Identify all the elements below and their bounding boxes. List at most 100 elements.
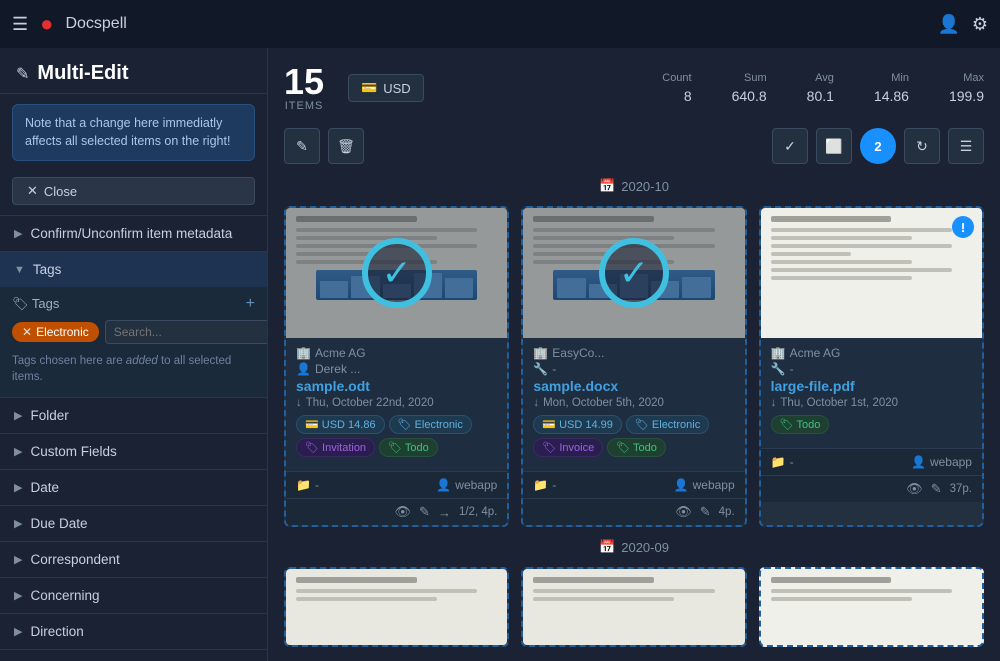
content-area: 15 ITEMS 💳 USD Count 8 Sum 640.8 Avg — [268, 48, 1000, 661]
doc-card-2[interactable]: ✓ 🏢 EasyCo... 🔧 - sample.docx ↓ — [521, 206, 746, 527]
sidebar-item-concerning[interactable]: ▶ Concerning — [0, 578, 267, 613]
forward-icon[interactable]: → — [438, 505, 451, 520]
sidebar-item-date[interactable]: ▶ Date — [0, 470, 267, 505]
tag-chip-x-icon[interactable]: ✕ — [22, 325, 32, 339]
sidebar-item-due-date[interactable]: ▶ Due Date — [0, 506, 267, 541]
tag-todo-2[interactable]: 🏷 Todo — [607, 438, 666, 457]
edit-button[interactable]: ✎ — [284, 128, 320, 164]
custom-fields-label: Custom Fields — [30, 444, 116, 459]
tag-invitation[interactable]: 🏷 Invitation — [296, 438, 375, 457]
doc-grid-2020-09 — [284, 567, 984, 647]
sidebar-item-confirm[interactable]: ▶ Confirm/Unconfirm item metadata — [0, 216, 267, 251]
hamburger-icon[interactable]: ☰ — [12, 14, 28, 35]
max-label: Max — [949, 72, 984, 84]
chevron-right-icon: ▶ — [14, 625, 22, 638]
doc-line — [771, 589, 952, 593]
tag-todo[interactable]: 🏷 Todo — [379, 438, 438, 457]
view-button-3[interactable]: 👁 — [906, 481, 923, 497]
doc-lines-6 — [761, 569, 982, 647]
currency-label: USD — [383, 81, 410, 96]
doc-info-1: 🏢 Acme AG 👤 Derek ... sample.odt ↓ Thu, … — [286, 338, 507, 471]
doc-card-6[interactable] — [759, 567, 984, 647]
check-overlay-1: ✓ — [286, 208, 507, 338]
doc-card-3[interactable]: ! 🏢 Acme AG 🔧 - large-file.pdf ↓ Thu, Oc… — [759, 206, 984, 527]
tag-usd-2[interactable]: 💳 USD 14.99 — [533, 415, 622, 434]
due-date-label: Due Date — [30, 516, 87, 531]
topnav: ☰ ● Docspell 👤 ⚙ — [0, 0, 1000, 48]
doc-date-1: ↓ Thu, October 22nd, 2020 — [296, 397, 497, 409]
doc-card-1[interactable]: ✓ 🏢 Acme AG 👤 Derek ... sample.odt ↓ — [284, 206, 509, 527]
delete-button[interactable]: 🗑 — [328, 128, 364, 164]
folder-icon: 📁 — [296, 478, 311, 492]
doc-line — [771, 244, 952, 248]
selection-count-badge[interactable]: 2 — [860, 128, 896, 164]
stat-min: Min 14.86 — [874, 72, 909, 104]
tag-chip-electronic[interactable]: ✕ Electronic — [12, 322, 99, 342]
user-icon: 👤 — [911, 455, 926, 469]
sidebar-item-folder[interactable]: ▶ Folder — [0, 398, 267, 433]
doc-tags-1: 💳 USD 14.86 🏷 Electronic 🏷 Invitation 🏷 … — [296, 415, 497, 457]
doc-owner-1: 👤 webapp — [436, 478, 497, 492]
sidebar-item-name[interactable]: ▶ Name — [0, 650, 267, 661]
count-value: 8 — [662, 88, 691, 104]
min-label: Min — [874, 72, 909, 84]
sidebar-item-tags[interactable]: ▼ Tags — [0, 252, 267, 287]
toolbar: ✎ 🗑 ✓ ⬜ 2 ↻ ☰ — [284, 128, 984, 164]
doc-actions-2: 👁 ✎ 4p. — [523, 498, 744, 525]
refresh-button[interactable]: ↻ — [904, 128, 940, 164]
sidebar-section-tags: ▼ Tags 🏷 Tags + ✕ Electronic ▾ Tags chos… — [0, 251, 267, 397]
folder-icon: 📁 — [771, 455, 786, 469]
doc-footer-3: 📁 - 👤 webapp — [761, 448, 982, 475]
sidebar-section-correspondent: ▶ Correspondent — [0, 541, 267, 577]
sidebar-section-concerning: ▶ Concerning — [0, 577, 267, 613]
sidebar-item-direction[interactable]: ▶ Direction — [0, 614, 267, 649]
user-icon[interactable]: 👤 — [937, 14, 959, 35]
arrow-down-icon: ↓ — [533, 397, 539, 409]
tag-todo-3[interactable]: 🏷 Todo — [771, 415, 830, 434]
tags-label: Tags — [33, 262, 62, 277]
calendar-icon: 📅 — [599, 178, 615, 194]
settings-icon[interactable]: ⚙ — [972, 14, 988, 35]
doc-actions-3: 👁 ✎ 37p. — [761, 475, 982, 502]
doc-thumbnail-4 — [286, 569, 507, 647]
edit-action-2[interactable]: ✎ — [700, 504, 711, 520]
doc-card-4[interactable] — [284, 567, 509, 647]
close-label: Close — [44, 184, 77, 199]
doc-line — [533, 577, 654, 583]
doc-owner-3: 👤 webapp — [911, 455, 972, 469]
currency-badge[interactable]: 💳 USD — [348, 74, 424, 102]
unconfirm-button[interactable]: ⬜ — [816, 128, 852, 164]
doc-line — [771, 252, 852, 256]
tag-electronic-2[interactable]: 🏷 Electronic — [626, 415, 709, 434]
sidebar-item-correspondent[interactable]: ▶ Correspondent — [0, 542, 267, 577]
currency-icon: 💳 — [361, 80, 377, 96]
edit-action-3[interactable]: ✎ — [931, 481, 942, 497]
confirm-button[interactable]: ✓ — [772, 128, 808, 164]
doc-thumbnail-1: ✓ — [286, 208, 507, 338]
tag-electronic[interactable]: 🏷 Electronic — [389, 415, 472, 434]
edit-action-1[interactable]: ✎ — [419, 504, 430, 520]
tag-chip-label: Electronic — [36, 325, 89, 339]
tags-add-button[interactable]: + — [246, 295, 255, 313]
sidebar-section-direction: ▶ Direction — [0, 613, 267, 649]
sidebar-section-name: ▶ Name — [0, 649, 267, 661]
view-button-2[interactable]: 👁 — [675, 504, 692, 520]
tags-search-input[interactable] — [105, 320, 268, 344]
sidebar: ✎ Multi-Edit Note that a change here imm… — [0, 48, 268, 661]
close-button[interactable]: ✕ Close — [12, 177, 255, 205]
chevron-down-icon: ▼ — [14, 264, 25, 276]
stats-columns: Count 8 Sum 640.8 Avg 80.1 Min 14.86 Max — [662, 72, 984, 104]
close-x-icon: ✕ — [27, 183, 38, 199]
items-label: ITEMS — [284, 100, 324, 112]
sidebar-item-custom-fields[interactable]: ▶ Custom Fields — [0, 434, 267, 469]
items-number: 15 — [284, 64, 324, 100]
tag-usd[interactable]: 💳 USD 14.86 — [296, 415, 385, 434]
doc-line — [771, 276, 912, 280]
sidebar-notice: Note that a change here immediatly affec… — [12, 104, 255, 161]
list-view-button[interactable]: ☰ — [948, 128, 984, 164]
building-icon: 🏢 — [533, 346, 548, 360]
doc-card-5[interactable] — [521, 567, 746, 647]
sum-label: Sum — [732, 72, 767, 84]
view-button-1[interactable]: 👁 — [395, 504, 412, 520]
tag-invoice-2[interactable]: 🏷 Invoice — [533, 438, 603, 457]
